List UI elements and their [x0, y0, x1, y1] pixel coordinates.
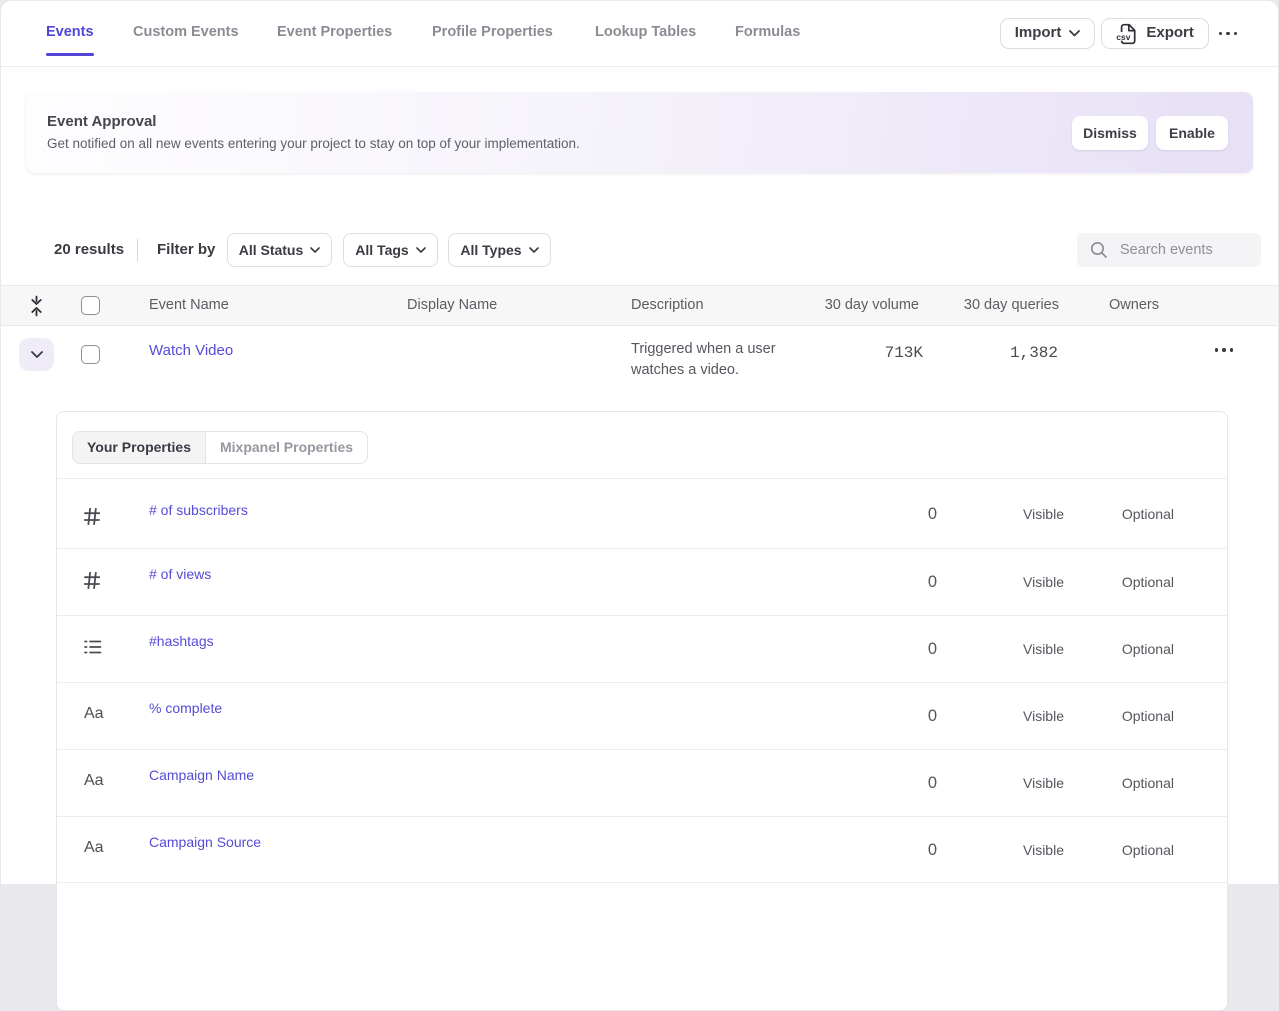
svg-text:csv: csv — [1117, 32, 1131, 42]
